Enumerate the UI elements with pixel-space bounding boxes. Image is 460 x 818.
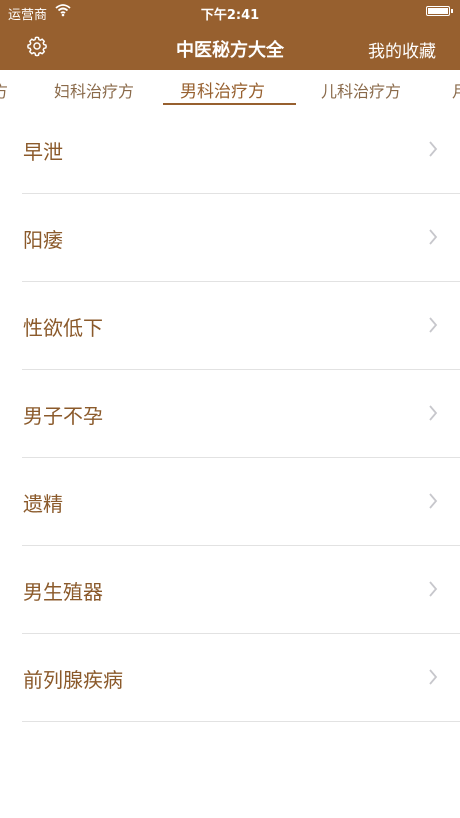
chevron-right-icon bbox=[428, 229, 438, 245]
list-item-label: 男子不孕 bbox=[23, 404, 103, 428]
list-item-label: 前列腺疾病 bbox=[23, 668, 123, 692]
gear-icon[interactable] bbox=[26, 35, 48, 57]
battery-icon bbox=[426, 6, 453, 16]
status-bar: 运营商 下午2:41 bbox=[0, 0, 460, 24]
chevron-right-icon bbox=[428, 669, 438, 685]
list-item[interactable]: 阳痿 bbox=[22, 194, 460, 282]
tab-andrology[interactable]: 男科治疗方 bbox=[180, 77, 265, 102]
list-item[interactable]: 前列腺疾病 bbox=[22, 634, 460, 722]
list-item-label: 遗精 bbox=[23, 492, 63, 516]
remedy-list: 早泄 阳痿 性欲低下 男子不孕 遗精 男生殖器 前列腺疾病 bbox=[0, 106, 460, 722]
list-item[interactable]: 早泄 bbox=[22, 106, 460, 194]
chevron-right-icon bbox=[428, 141, 438, 157]
app-header: 运营商 下午2:41 中医秘方大全 我的收藏 bbox=[0, 0, 460, 70]
tab-pediatrics[interactable]: 儿科治疗方 bbox=[321, 78, 401, 102]
list-item-label: 男生殖器 bbox=[23, 580, 103, 604]
chevron-right-icon bbox=[428, 493, 438, 509]
list-item[interactable]: 遗精 bbox=[22, 458, 460, 546]
favorites-button[interactable]: 我的收藏 bbox=[368, 37, 436, 62]
list-item-label: 早泄 bbox=[23, 140, 63, 164]
list-item[interactable]: 男生殖器 bbox=[22, 546, 460, 634]
status-time: 下午2:41 bbox=[200, 8, 260, 23]
nav-bar: 中医秘方大全 我的收藏 bbox=[0, 24, 460, 70]
list-item-label: 阳痿 bbox=[23, 228, 63, 252]
tab-gynecology[interactable]: 妇科治疗方 bbox=[54, 78, 134, 102]
chevron-right-icon bbox=[428, 317, 438, 333]
chevron-right-icon bbox=[428, 405, 438, 421]
active-tab-indicator bbox=[163, 103, 296, 105]
category-tabs: 方 妇科治疗方 男科治疗方 儿科治疗方 月 bbox=[0, 70, 460, 106]
list-item[interactable]: 男子不孕 bbox=[22, 370, 460, 458]
tab-partial-left[interactable]: 方 bbox=[0, 78, 8, 102]
chevron-right-icon bbox=[428, 581, 438, 597]
list-item-label: 性欲低下 bbox=[23, 316, 103, 340]
tab-partial-right[interactable]: 月 bbox=[452, 78, 460, 102]
list-item[interactable]: 性欲低下 bbox=[22, 282, 460, 370]
